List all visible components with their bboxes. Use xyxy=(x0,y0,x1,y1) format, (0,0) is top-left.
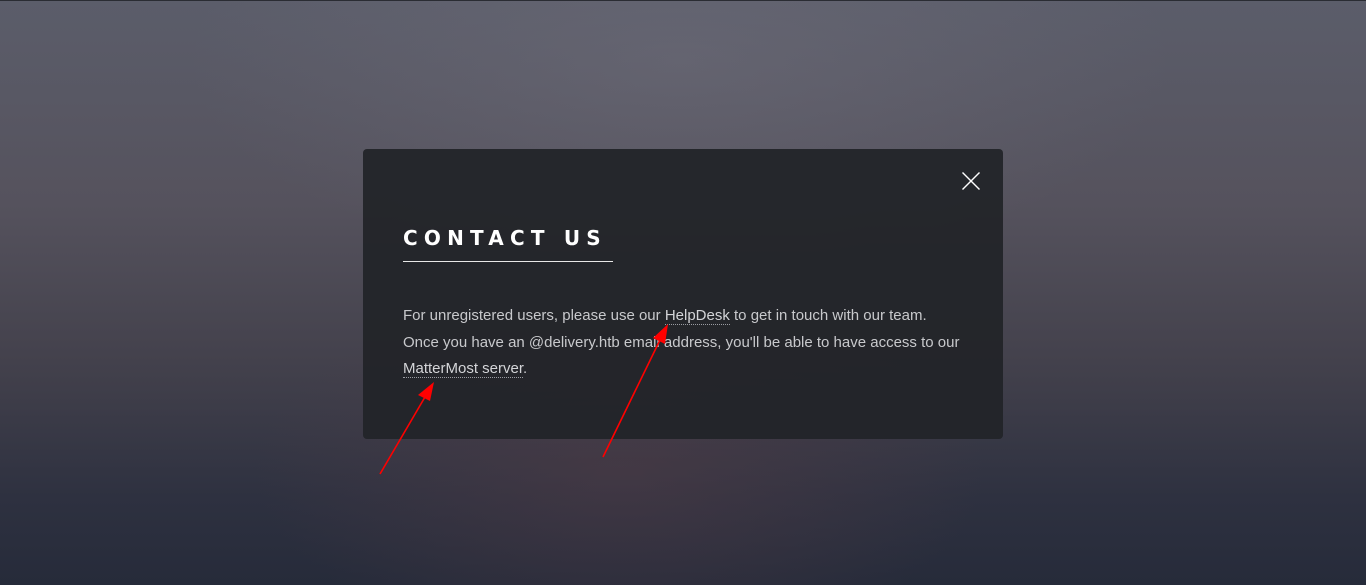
contact-modal: CONTACT US For unregistered users, pleas… xyxy=(363,149,1003,439)
window-top-border xyxy=(0,0,1366,1)
modal-body-text: For unregistered users, please use our H… xyxy=(403,303,963,383)
body-text-part-3: . xyxy=(523,360,528,377)
title-underline xyxy=(403,261,613,262)
body-text-part-1: For unregistered users, please use our xyxy=(403,307,665,324)
close-icon xyxy=(962,172,980,190)
modal-header: CONTACT US xyxy=(403,225,613,262)
close-button[interactable] xyxy=(961,171,981,191)
helpdesk-link[interactable]: HelpDesk xyxy=(664,307,730,325)
mattermost-link[interactable]: MatterMost server xyxy=(403,360,524,378)
modal-title: CONTACT US xyxy=(403,226,607,250)
